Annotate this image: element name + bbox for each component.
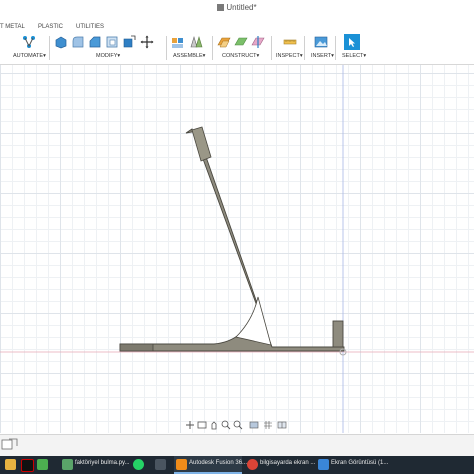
axis-icon[interactable] bbox=[251, 35, 265, 49]
inspect-label[interactable]: INSPECT▾ bbox=[276, 53, 303, 59]
insert-label[interactable]: INSERT▾ bbox=[311, 53, 334, 59]
modify-group: MODIFY▾ bbox=[52, 32, 164, 64]
right-lip[interactable] bbox=[332, 320, 344, 348]
viewports-icon[interactable] bbox=[277, 420, 287, 430]
camera-icon bbox=[155, 459, 166, 470]
toolbar-divider bbox=[166, 36, 167, 60]
viewport-canvas[interactable] bbox=[0, 65, 474, 433]
photos-icon bbox=[318, 459, 329, 470]
measure-icon[interactable] bbox=[283, 35, 297, 49]
task-label: bilgisayarda ekran ... bbox=[260, 460, 316, 466]
phone-stand-body[interactable] bbox=[119, 128, 345, 352]
toolbar-divider bbox=[49, 36, 50, 60]
new-component-icon[interactable] bbox=[171, 35, 185, 49]
viewport-svg bbox=[0, 65, 474, 433]
move-copy-icon[interactable] bbox=[140, 35, 154, 49]
taskbar: faktöriyel bulma.py... Autodesk Fusion 3… bbox=[0, 456, 474, 474]
insert-image-icon[interactable] bbox=[314, 35, 328, 49]
tab-utilities[interactable]: UTILITIES bbox=[76, 24, 104, 30]
sketch-feature-icon[interactable] bbox=[1, 438, 19, 452]
look-at-icon[interactable] bbox=[197, 420, 207, 430]
task-app-netflix[interactable] bbox=[20, 456, 34, 474]
task-label: faktöriyel bulma.py... bbox=[75, 460, 130, 466]
task-label: Autodesk Fusion 36... bbox=[189, 460, 248, 466]
assemble-group: ASSEMBLE▾ bbox=[169, 32, 217, 64]
toolbar: AUTOMATE▾ MODIFY▾ ASSEMBLE▾ CONSTRUCT▾ I… bbox=[0, 32, 474, 65]
offset-plane-icon[interactable] bbox=[217, 35, 231, 49]
task-app-explorer[interactable] bbox=[4, 456, 18, 474]
task-python-file[interactable]: faktöriyel bulma.py... bbox=[60, 456, 130, 474]
timeline bbox=[0, 434, 474, 457]
chamfer-icon[interactable] bbox=[88, 35, 102, 49]
task-fusion[interactable]: Autodesk Fusion 36... bbox=[174, 456, 247, 474]
select-group: SELECT▾ bbox=[339, 32, 369, 64]
tab-sheet-metal[interactable]: T METAL bbox=[0, 24, 25, 30]
toolbar-divider bbox=[212, 36, 213, 60]
construct-label[interactable]: CONSTRUCT▾ bbox=[222, 53, 259, 59]
base-left-block[interactable] bbox=[119, 343, 154, 352]
grid-settings-icon[interactable] bbox=[263, 420, 273, 430]
chrome-icon bbox=[247, 459, 258, 470]
toolbar-divider bbox=[271, 36, 272, 60]
task-app-maps[interactable] bbox=[36, 456, 50, 474]
toolbar-divider bbox=[335, 36, 336, 60]
netflix-icon bbox=[21, 459, 34, 472]
inspect-group: INSPECT▾ bbox=[274, 32, 308, 64]
title-bar: Untitled* bbox=[0, 0, 474, 22]
task-chrome[interactable]: bilgisayarda ekran ... bbox=[245, 456, 316, 474]
folder-icon bbox=[5, 459, 16, 470]
select-icon[interactable] bbox=[344, 34, 360, 50]
construct-group: CONSTRUCT▾ bbox=[215, 32, 271, 64]
stand-rib[interactable] bbox=[235, 296, 272, 346]
modify-label[interactable]: MODIFY▾ bbox=[96, 53, 120, 59]
tab-plastic[interactable]: PLASTIC bbox=[38, 24, 63, 30]
select-label[interactable]: SELECT▾ bbox=[342, 53, 366, 59]
shell-icon[interactable] bbox=[105, 35, 119, 49]
whatsapp-icon bbox=[133, 459, 144, 470]
task-label: Ekran Görüntüsü (1... bbox=[331, 460, 389, 466]
fillet-icon[interactable] bbox=[71, 35, 85, 49]
display-settings-icon[interactable] bbox=[249, 420, 259, 430]
python-icon bbox=[62, 459, 73, 470]
midplane-icon[interactable] bbox=[234, 35, 248, 49]
document-title: Untitled* bbox=[0, 0, 474, 16]
pan-icon[interactable] bbox=[209, 420, 219, 430]
toolbar-divider bbox=[304, 36, 305, 60]
top-tab[interactable] bbox=[191, 126, 212, 162]
scale-icon[interactable] bbox=[122, 35, 136, 49]
insert-group: INSERT▾ bbox=[307, 32, 337, 64]
automate-label[interactable]: AUTOMATE▾ bbox=[13, 53, 46, 59]
press-pull-icon[interactable] bbox=[54, 35, 68, 49]
document-title-text: Untitled* bbox=[226, 3, 257, 12]
task-screenshot[interactable]: Ekran Görüntüsü (1... bbox=[316, 456, 389, 474]
document-icon bbox=[217, 4, 225, 11]
fit-icon[interactable] bbox=[233, 420, 243, 430]
fusion-icon bbox=[176, 459, 187, 470]
joint-icon[interactable] bbox=[189, 35, 203, 49]
assemble-label[interactable]: ASSEMBLE▾ bbox=[173, 53, 205, 59]
task-app-camera[interactable] bbox=[154, 456, 168, 474]
automate-icon[interactable] bbox=[22, 35, 36, 49]
orbit-icon[interactable] bbox=[185, 420, 195, 430]
automate-group: AUTOMATE▾ bbox=[10, 32, 48, 64]
zoom-icon[interactable] bbox=[221, 420, 231, 430]
app-icon bbox=[37, 459, 48, 470]
task-app-whatsapp[interactable] bbox=[132, 456, 146, 474]
